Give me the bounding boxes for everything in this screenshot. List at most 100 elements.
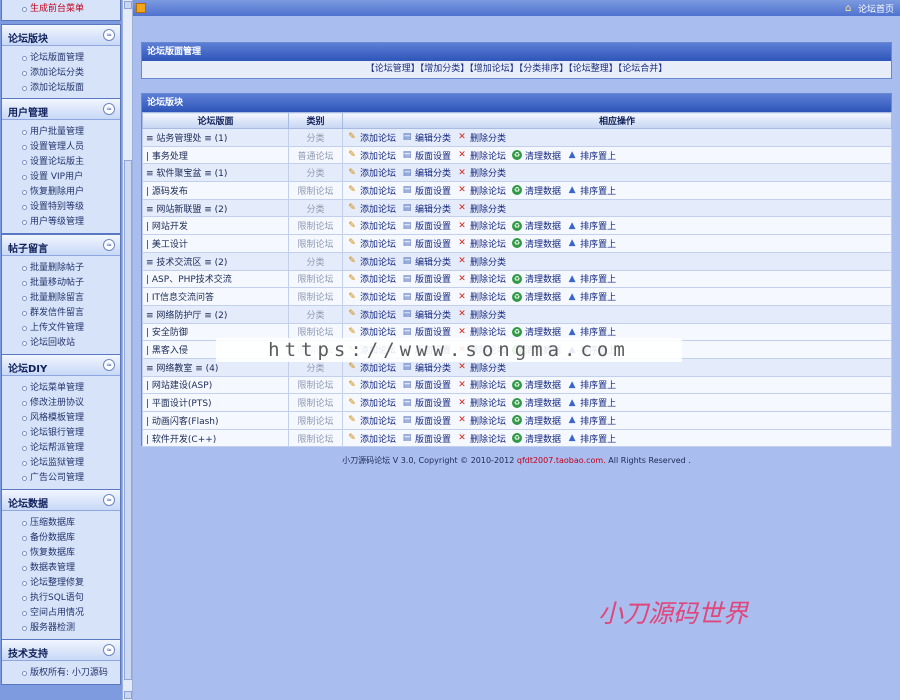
add-link[interactable]: ✎ 添加论坛 <box>347 308 396 321</box>
edit-cat-link[interactable]: ▤ 编辑分类 <box>402 361 451 374</box>
setting-link[interactable]: ▤版面设置 <box>402 432 451 445</box>
del-forum-link[interactable]: ✕ 删除论坛 <box>457 378 506 392</box>
sidebar-item[interactable]: 版权所有: 小刀源码 <box>2 666 120 681</box>
sidebar-item[interactable]: 设置论坛版主 <box>2 155 120 170</box>
sidebar-item[interactable]: 广告公司管理 <box>2 471 120 486</box>
add-link[interactable]: ✎ 添加论坛 <box>347 202 396 215</box>
sidebar-panel-header[interactable]: 论坛DIY ≈ <box>2 355 120 376</box>
del-cat-link[interactable]: ✕ 删除分类 <box>457 202 506 215</box>
sidebar-item[interactable]: 数据表管理 <box>2 561 120 576</box>
sidebar-item[interactable]: 备份数据库 <box>2 531 120 546</box>
sidebar-item[interactable]: 批量删除留言 <box>2 291 120 306</box>
clean-link[interactable]: ♻清理数据 <box>512 237 561 250</box>
clean-link[interactable]: ♻清理数据 <box>512 290 561 303</box>
sidebar-item[interactable]: 论坛帮派管理 <box>2 441 120 456</box>
del-forum-link[interactable]: ✕ 删除论坛 <box>457 325 506 339</box>
clean-link[interactable]: ♻清理数据 <box>512 325 561 338</box>
clean-link[interactable]: ♻清理数据 <box>512 396 561 409</box>
clean-link[interactable]: ♻清理数据 <box>512 149 561 162</box>
add-link[interactable]: ✎ 添加论坛 <box>347 432 396 445</box>
top-link[interactable]: ▲ 排序置上 <box>567 219 616 233</box>
setting-link[interactable]: ▤版面设置 <box>402 414 451 427</box>
add-link[interactable]: ✎ 添加论坛 <box>347 149 396 162</box>
sidebar-item[interactable]: 修改注册协议 <box>2 396 120 411</box>
setting-link[interactable]: ▤版面设置 <box>402 272 451 286</box>
add-link[interactable]: ✎ 添加论坛 <box>347 414 396 427</box>
del-forum-link[interactable]: ✕ 删除论坛 <box>457 184 506 197</box>
sidebar-item[interactable]: 恢复数据库 <box>2 546 120 561</box>
add-link[interactable]: ✎ 添加论坛 <box>347 184 396 197</box>
sidebar-panel-header[interactable]: 帖子留言 ≈ <box>2 235 120 256</box>
del-cat-link[interactable]: ✕ 删除分类 <box>457 308 506 321</box>
top-link[interactable]: ▲ 排序置上 <box>567 184 616 197</box>
sidebar-item[interactable]: 设置管理人员 <box>2 140 120 155</box>
add-link[interactable]: ✎ 添加论坛 <box>347 290 396 304</box>
clean-link[interactable]: ♻清理数据 <box>512 219 561 232</box>
sidebar-item[interactable]: 论坛菜单管理 <box>2 381 120 396</box>
setting-link[interactable]: ▤版面设置 <box>402 219 451 233</box>
add-link[interactable]: ✎ 添加论坛 <box>347 272 396 286</box>
clean-link[interactable]: ♻清理数据 <box>512 184 561 197</box>
sidebar-item[interactable]: 设置特别等级 <box>2 200 120 215</box>
forum-home-link[interactable]: ⌂ 论坛首页 <box>845 2 894 15</box>
edit-cat-link[interactable]: ▤ 编辑分类 <box>402 202 451 215</box>
setting-link[interactable]: ▤版面设置 <box>402 396 451 410</box>
collapse-toggle-icon[interactable]: ≈ <box>103 644 115 656</box>
edit-cat-link[interactable]: ▤ 编辑分类 <box>402 166 451 180</box>
sidebar-item[interactable]: 生成前台菜单 <box>2 2 120 17</box>
sidebar-item[interactable]: 压缩数据库 <box>2 516 120 531</box>
sidebar-item[interactable]: 论坛回收站 <box>2 336 120 351</box>
add-link[interactable]: ✎ 添加论坛 <box>347 219 396 233</box>
sidebar-item[interactable]: 执行SQL语句 <box>2 591 120 606</box>
add-link[interactable]: ✎ 添加论坛 <box>347 325 396 339</box>
clean-link[interactable]: ♻清理数据 <box>512 414 561 427</box>
setting-link[interactable]: ▤版面设置 <box>402 149 451 162</box>
top-link[interactable]: ▲ 排序置上 <box>567 290 616 304</box>
del-forum-link[interactable]: ✕ 删除论坛 <box>457 149 506 162</box>
del-cat-link[interactable]: ✕ 删除分类 <box>457 166 506 180</box>
sidebar-item[interactable]: 服务器检测 <box>2 621 120 636</box>
sidebar-item[interactable]: 群发信件留言 <box>2 306 120 321</box>
manage-link[interactable]: 【论坛合并】 <box>618 64 668 74</box>
del-forum-link[interactable]: ✕ 删除论坛 <box>457 272 506 286</box>
collapse-toggle-icon[interactable]: ≈ <box>103 239 115 251</box>
top-link[interactable]: ▲ 排序置上 <box>567 272 616 286</box>
collapse-toggle-icon[interactable]: ≈ <box>103 29 115 41</box>
sidebar-item[interactable]: 空间占用情况 <box>2 606 120 621</box>
scroll-thumb[interactable] <box>124 160 132 680</box>
sidebar-item[interactable]: 上传文件管理 <box>2 321 120 336</box>
sidebar-item[interactable]: 设置 VIP用户 <box>2 170 120 185</box>
top-link[interactable]: ▲ 排序置上 <box>567 149 616 162</box>
sidebar-panel-header[interactable]: 论坛版块 ≈ <box>2 25 120 46</box>
collapse-toggle-icon[interactable]: ≈ <box>103 359 115 371</box>
setting-link[interactable]: ▤版面设置 <box>402 237 451 250</box>
sidebar-panel-header[interactable]: 用户管理 ≈ <box>2 99 120 120</box>
clean-link[interactable]: ♻清理数据 <box>512 272 561 285</box>
del-forum-link[interactable]: ✕ 删除论坛 <box>457 414 506 427</box>
clean-link[interactable]: ♻清理数据 <box>512 432 561 445</box>
del-forum-link[interactable]: ✕ 删除论坛 <box>457 396 506 410</box>
collapse-toggle-icon[interactable]: ≈ <box>103 103 115 115</box>
sidebar-item[interactable]: 用户等级管理 <box>2 215 120 230</box>
sidebar-item[interactable]: 论坛监狱管理 <box>2 456 120 471</box>
sidebar-item[interactable]: 论坛版面管理 <box>2 51 120 66</box>
del-cat-link[interactable]: ✕ 删除分类 <box>457 361 506 374</box>
footer-site-link[interactable]: qfdt2007.taobao.com. <box>517 456 606 465</box>
sidebar-item[interactable]: 批量删除帖子 <box>2 261 120 276</box>
manage-link[interactable]: 【论坛管理】 <box>366 64 420 74</box>
scroll-up-arrow[interactable] <box>124 1 132 9</box>
top-link[interactable]: ▲ 排序置上 <box>567 325 616 339</box>
sidebar-panel-header[interactable]: 论坛数据 ≈ <box>2 490 120 511</box>
sidebar-item[interactable]: 恢复删除用户 <box>2 185 120 200</box>
manage-link[interactable]: 【增加分类】 <box>420 64 470 74</box>
manage-link[interactable]: 【增加论坛】 <box>469 64 519 74</box>
collapse-toggle-icon[interactable]: ≈ <box>103 494 115 506</box>
sidebar-item[interactable]: 风格模板管理 <box>2 411 120 426</box>
del-forum-link[interactable]: ✕ 删除论坛 <box>457 290 506 304</box>
del-cat-link[interactable]: ✕ 删除分类 <box>457 131 506 144</box>
edit-cat-link[interactable]: ▤ 编辑分类 <box>402 131 451 144</box>
add-link[interactable]: ✎ 添加论坛 <box>347 378 396 392</box>
scroll-down-arrow[interactable] <box>124 691 132 699</box>
setting-link[interactable]: ▤版面设置 <box>402 325 451 339</box>
edit-cat-link[interactable]: ▤ 编辑分类 <box>402 308 451 321</box>
